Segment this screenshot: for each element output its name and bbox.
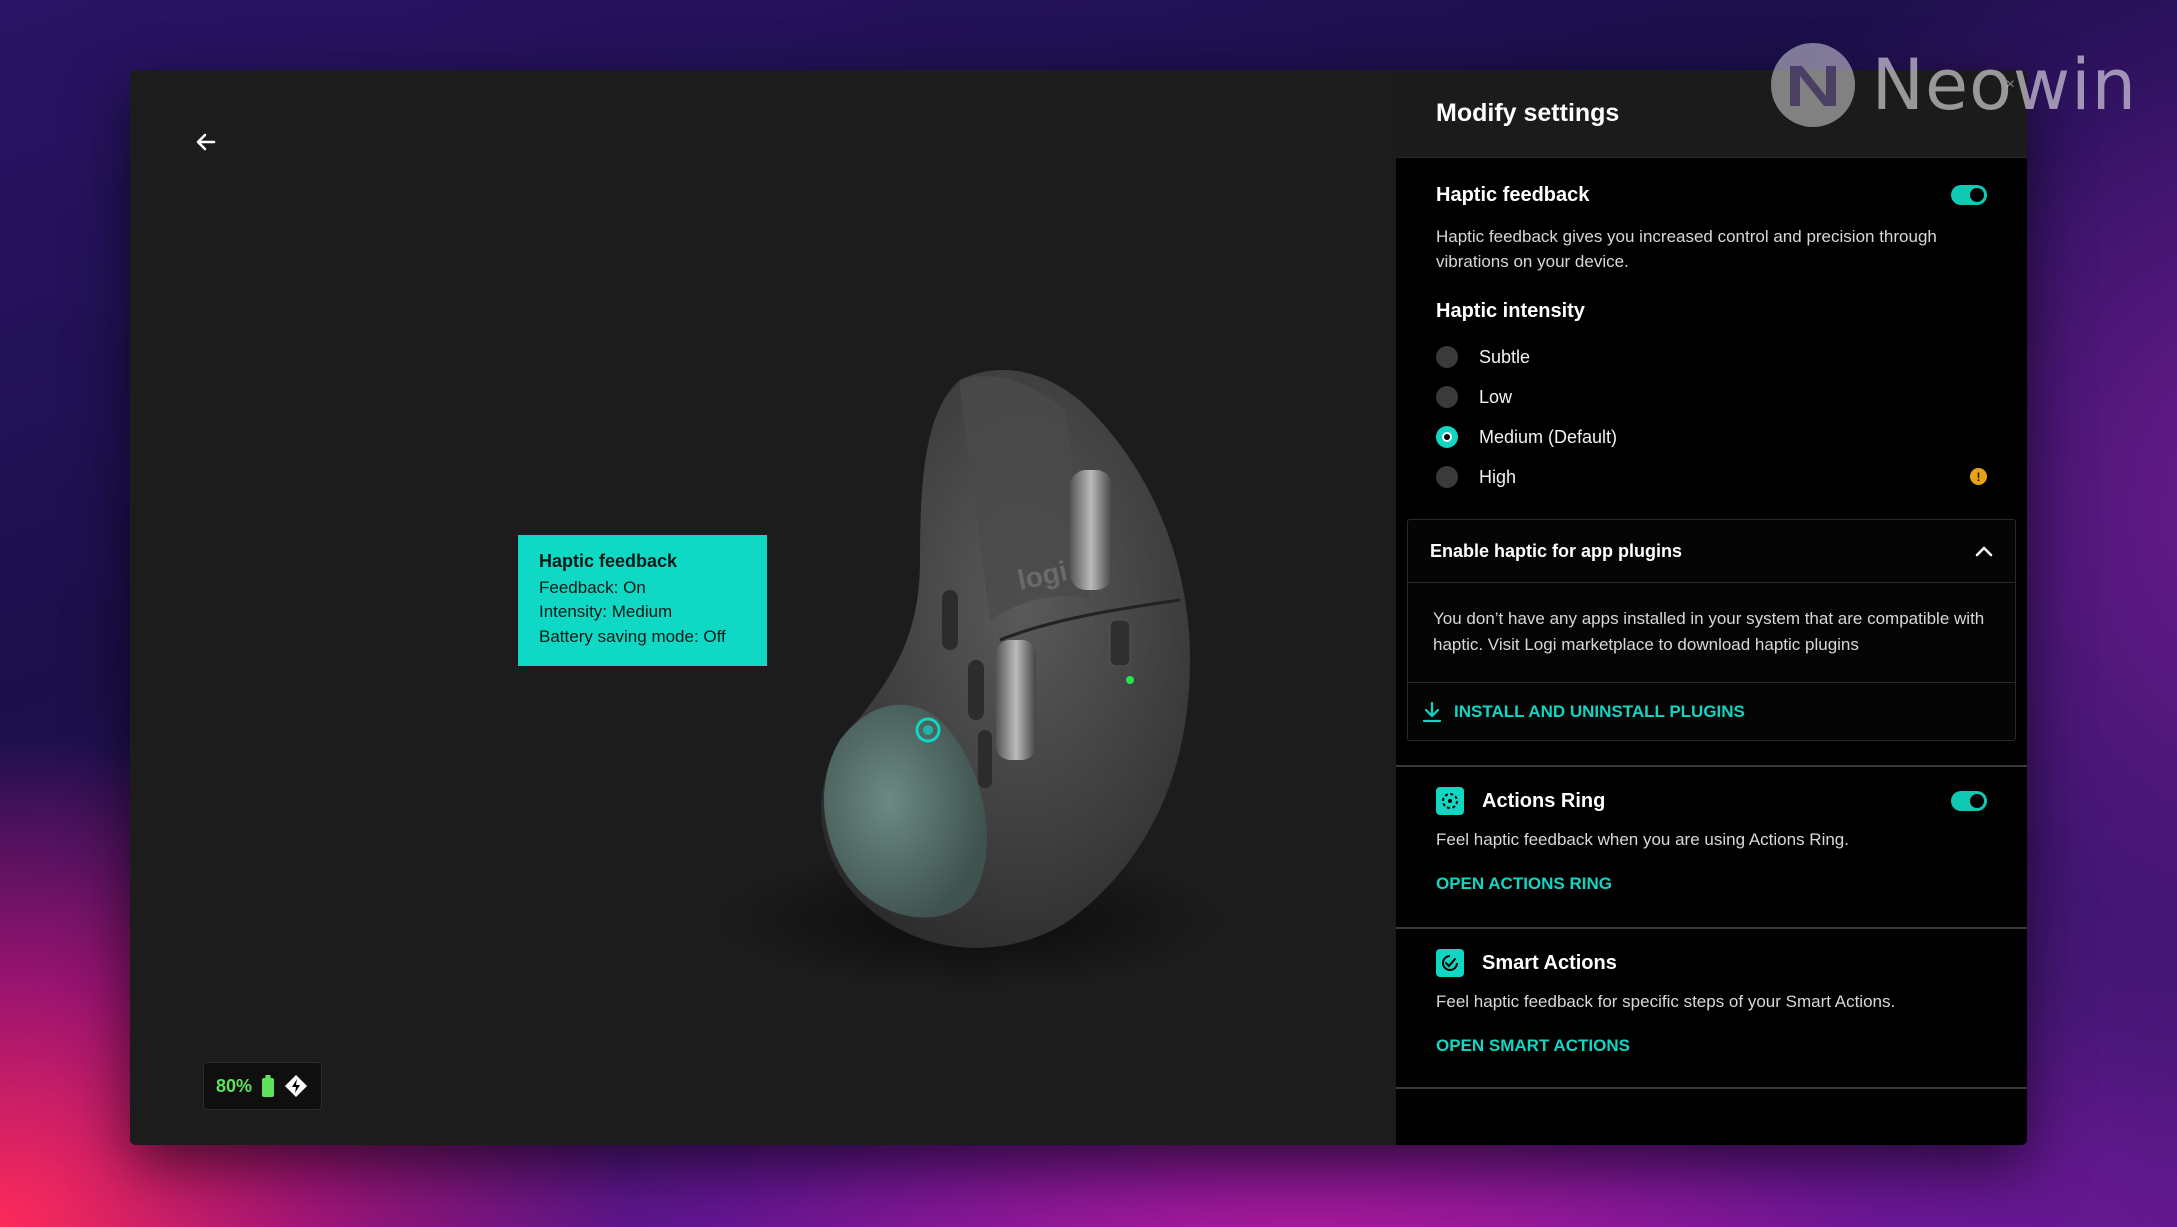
haptic-feedback-toggle[interactable] — [1951, 185, 1987, 205]
haptic-feedback-callout: Haptic feedback Feedback: On Intensity: … — [518, 535, 767, 666]
install-plugins-label: INSTALL AND UNINSTALL PLUGINS — [1454, 701, 1745, 721]
radio-medium-selected[interactable] — [1436, 426, 1458, 448]
callout-line-intensity: Intensity: Medium — [539, 602, 673, 621]
callout-title: Haptic feedback — [539, 551, 678, 571]
radio-low[interactable] — [1436, 386, 1458, 408]
actions-ring-icon — [1436, 787, 1464, 815]
neowin-logo-icon — [1770, 43, 1855, 127]
smart-actions-label: Smart Actions — [1482, 951, 1617, 974]
smart-actions-section: Smart Actions Feel haptic feedback for s… — [1396, 929, 2027, 1087]
open-smart-actions-link[interactable]: OPEN SMART ACTIONS — [1436, 1036, 1987, 1056]
section-divider — [1396, 1087, 2027, 1089]
chevron-up-icon — [1975, 546, 1993, 557]
app-plugins-header[interactable]: Enable haptic for app plugins — [1408, 520, 2015, 583]
intensity-option-label: Medium (Default) — [1479, 426, 1618, 447]
radio-subtle[interactable] — [1436, 346, 1458, 368]
intensity-option-medium[interactable]: Medium (Default) — [1436, 417, 1987, 457]
haptic-feedback-section: Haptic feedback Haptic feedback gives yo… — [1396, 158, 2027, 497]
watermark-text: Neowin — [1871, 44, 2137, 126]
open-actions-ring-link[interactable]: OPEN ACTIONS RING — [1436, 874, 1987, 894]
intensity-option-low[interactable]: Low — [1436, 377, 1987, 417]
smart-actions-icon — [1436, 949, 1464, 977]
actions-ring-description: Feel haptic feedback when you are using … — [1436, 830, 1849, 849]
actions-ring-label: Actions Ring — [1482, 789, 1606, 812]
panel-title: Modify settings — [1436, 99, 1620, 127]
warning-icon[interactable]: ! — [1970, 468, 1987, 485]
app-window: logi Haptic feedback Feedback: On Intens… — [130, 70, 2027, 1145]
haptic-feedback-description: Haptic feedback gives you increased cont… — [1436, 227, 1937, 271]
haptic-intensity-options: Subtle Low Medium (Default) High ! — [1436, 337, 1987, 497]
battery-status-badge[interactable]: 80% — [203, 1062, 322, 1110]
battery-percent: 80% — [216, 1075, 253, 1096]
app-plugins-box: Enable haptic for app plugins You don’t … — [1407, 519, 2016, 741]
back-button[interactable] — [188, 124, 224, 160]
app-plugins-title: Enable haptic for app plugins — [1430, 540, 1683, 561]
actions-ring-section: Actions Ring Feel haptic feedback when y… — [1396, 767, 2027, 927]
callout-line-battery-saving: Battery saving mode: Off — [539, 626, 726, 646]
app-plugins-message: You don’t have any apps installed in you… — [1408, 583, 2015, 683]
install-plugins-link[interactable]: INSTALL AND UNINSTALL PLUGINS — [1408, 683, 2015, 740]
haptic-intensity-label: Haptic intensity — [1436, 300, 1585, 322]
intensity-option-label: High — [1479, 466, 1517, 487]
intensity-option-label: Low — [1479, 386, 1513, 407]
radio-high[interactable] — [1436, 466, 1458, 488]
actions-ring-toggle[interactable] — [1951, 791, 1987, 811]
intensity-option-high[interactable]: High ! — [1436, 457, 1987, 497]
battery-icon — [262, 1075, 275, 1097]
download-icon — [1422, 701, 1442, 722]
smart-actions-description: Feel haptic feedback for specific steps … — [1436, 992, 1896, 1011]
intensity-option-label: Subtle — [1479, 346, 1531, 367]
neowin-watermark: Neowin — [1768, 40, 2137, 130]
intensity-option-subtle[interactable]: Subtle — [1436, 337, 1987, 377]
logi-bolt-icon — [285, 1075, 308, 1097]
device-stage: logi Haptic feedback Feedback: On Intens… — [130, 70, 1396, 1145]
modify-settings-panel: Modify settings × Haptic feedback Haptic… — [1396, 70, 2027, 1145]
haptic-feedback-label: Haptic feedback — [1436, 183, 1590, 206]
callout-line-feedback: Feedback: On — [539, 577, 646, 597]
arrow-left-icon — [196, 133, 216, 151]
